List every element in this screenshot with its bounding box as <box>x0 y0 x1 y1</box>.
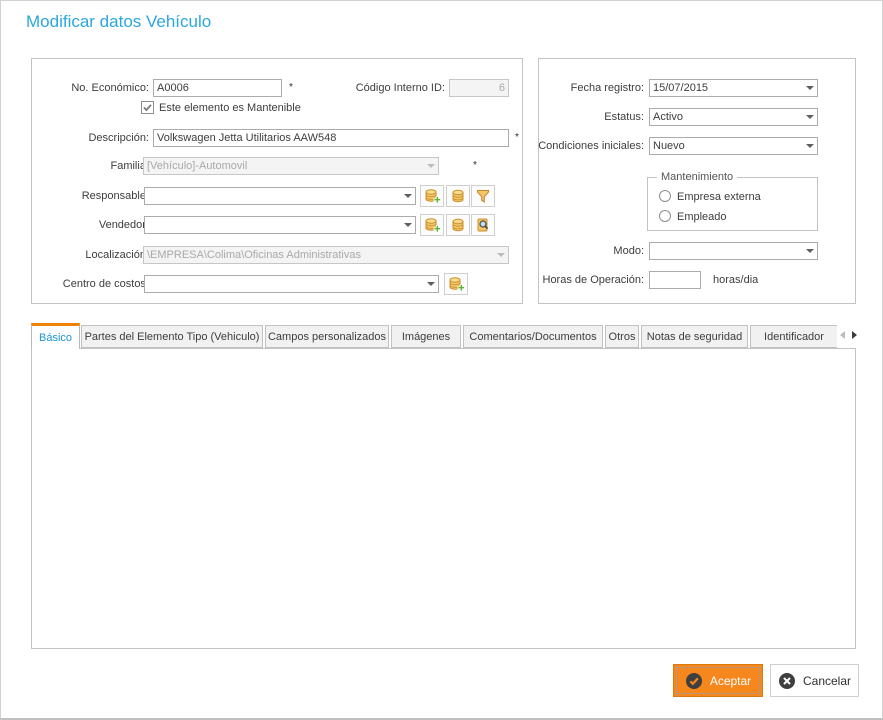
responsable-combo[interactable] <box>144 187 416 205</box>
tab-basico[interactable]: Básico <box>31 323 80 349</box>
filter-icon <box>475 188 491 204</box>
horas-operacion-label: Horas de Operación: <box>499 274 644 286</box>
cancelar-button[interactable]: Cancelar <box>770 664 859 697</box>
estatus-label: Estatus: <box>499 111 644 123</box>
mantenimiento-legend: Mantenimiento <box>657 171 737 183</box>
basico-tab-panel <box>31 348 856 649</box>
tab-partes-elemento[interactable]: Partes del Elemento Tipo (Vehiculo) <box>81 325 263 348</box>
descripcion-input[interactable] <box>153 129 509 147</box>
modo-label: Modo: <box>499 245 644 257</box>
no-economico-input[interactable] <box>153 79 282 97</box>
chevron-down-icon <box>802 109 817 125</box>
cancelar-label: Cancelar <box>803 674 851 688</box>
search-icon <box>475 217 491 233</box>
vendedor-combo[interactable] <box>144 216 416 234</box>
chevron-down-icon <box>400 217 415 233</box>
centro-costos-combo[interactable] <box>144 275 439 293</box>
vendedor-add-button[interactable] <box>420 214 444 236</box>
tab-identificador[interactable]: Identificador <box>750 325 837 348</box>
responsable-database-button[interactable] <box>446 185 470 207</box>
familia-label: Familia: <box>21 160 149 172</box>
empleado-radio[interactable] <box>659 210 671 222</box>
tab-scroll-left-button <box>837 328 848 342</box>
chevron-down-icon <box>400 188 415 204</box>
aceptar-label: Aceptar <box>710 674 751 688</box>
centro-costos-add-button[interactable] <box>444 273 468 295</box>
empresa-externa-label: Empresa externa <box>677 191 761 203</box>
empleado-label: Empleado <box>677 211 727 223</box>
tab-scroll-right-button[interactable] <box>849 328 860 342</box>
tab-campos-personalizados[interactable]: Campos personalizados <box>265 325 389 348</box>
tab-imagenes[interactable]: Imágenes <box>391 325 461 348</box>
tab-comentarios-documentos[interactable]: Comentarios/Documentos <box>463 325 603 348</box>
vendedor-label: Vendedor: <box>21 219 149 231</box>
page-title: Modificar datos Vehículo <box>26 12 211 32</box>
check-circle-icon <box>685 672 703 690</box>
x-circle-icon <box>778 672 796 690</box>
chevron-right-icon <box>852 331 857 339</box>
horas-operacion-suffix: horas/dia <box>713 274 758 286</box>
estatus-combo[interactable]: Activo <box>649 108 818 126</box>
descripcion-label: Descripción: <box>21 132 149 144</box>
vendedor-database-button[interactable] <box>446 214 470 236</box>
database-add-icon <box>424 188 441 205</box>
checkbox-check-icon <box>142 102 153 113</box>
centro-costos-label: Centro de costos: <box>21 278 149 290</box>
chevron-down-icon <box>423 276 438 292</box>
responsable-filter-button[interactable] <box>471 185 495 207</box>
fecha-registro-label: Fecha registro: <box>499 82 644 94</box>
tab-otros[interactable]: Otros <box>605 325 639 348</box>
horas-operacion-input[interactable] <box>649 271 701 289</box>
familia-combo: [Vehículo]-Automovil <box>143 157 439 175</box>
aceptar-button[interactable]: Aceptar <box>673 664 763 697</box>
chevron-down-icon <box>802 80 817 96</box>
required-marker: * <box>289 82 293 93</box>
codigo-interno-label: Código Interno ID: <box>317 82 445 94</box>
mantenible-label: Este elemento es Mantenible <box>159 102 301 114</box>
condiciones-combo[interactable]: Nuevo <box>649 137 818 155</box>
chevron-down-icon <box>802 243 817 259</box>
responsable-add-button[interactable] <box>420 185 444 207</box>
localizacion-label: Localización: <box>21 249 149 261</box>
modo-combo[interactable] <box>649 242 818 260</box>
required-marker: * <box>473 160 477 171</box>
tab-notas-seguridad[interactable]: Notas de seguridad <box>641 325 748 348</box>
empresa-externa-radio[interactable] <box>659 190 671 202</box>
chevron-left-icon <box>840 331 845 339</box>
database-add-icon <box>424 217 441 234</box>
localizacion-combo: \EMPRESA\Colima\Oficinas Administrativas <box>143 246 509 264</box>
responsable-label: Responsable: <box>21 190 149 202</box>
database-icon <box>450 217 466 233</box>
fecha-registro-combo[interactable]: 15/07/2015 <box>649 79 818 97</box>
chevron-down-icon <box>423 158 438 174</box>
database-add-icon <box>448 276 465 293</box>
condiciones-label: Condiciones iniciales: <box>499 140 644 152</box>
no-economico-label: No. Económico: <box>21 82 149 94</box>
mantenimiento-groupbox <box>647 177 818 231</box>
mantenible-checkbox[interactable] <box>141 101 154 114</box>
modify-vehicle-dialog: Modificar datos Vehículo No. Económico: … <box>0 0 883 720</box>
database-icon <box>450 188 466 204</box>
vendedor-search-button[interactable] <box>471 214 495 236</box>
chevron-down-icon <box>802 138 817 154</box>
